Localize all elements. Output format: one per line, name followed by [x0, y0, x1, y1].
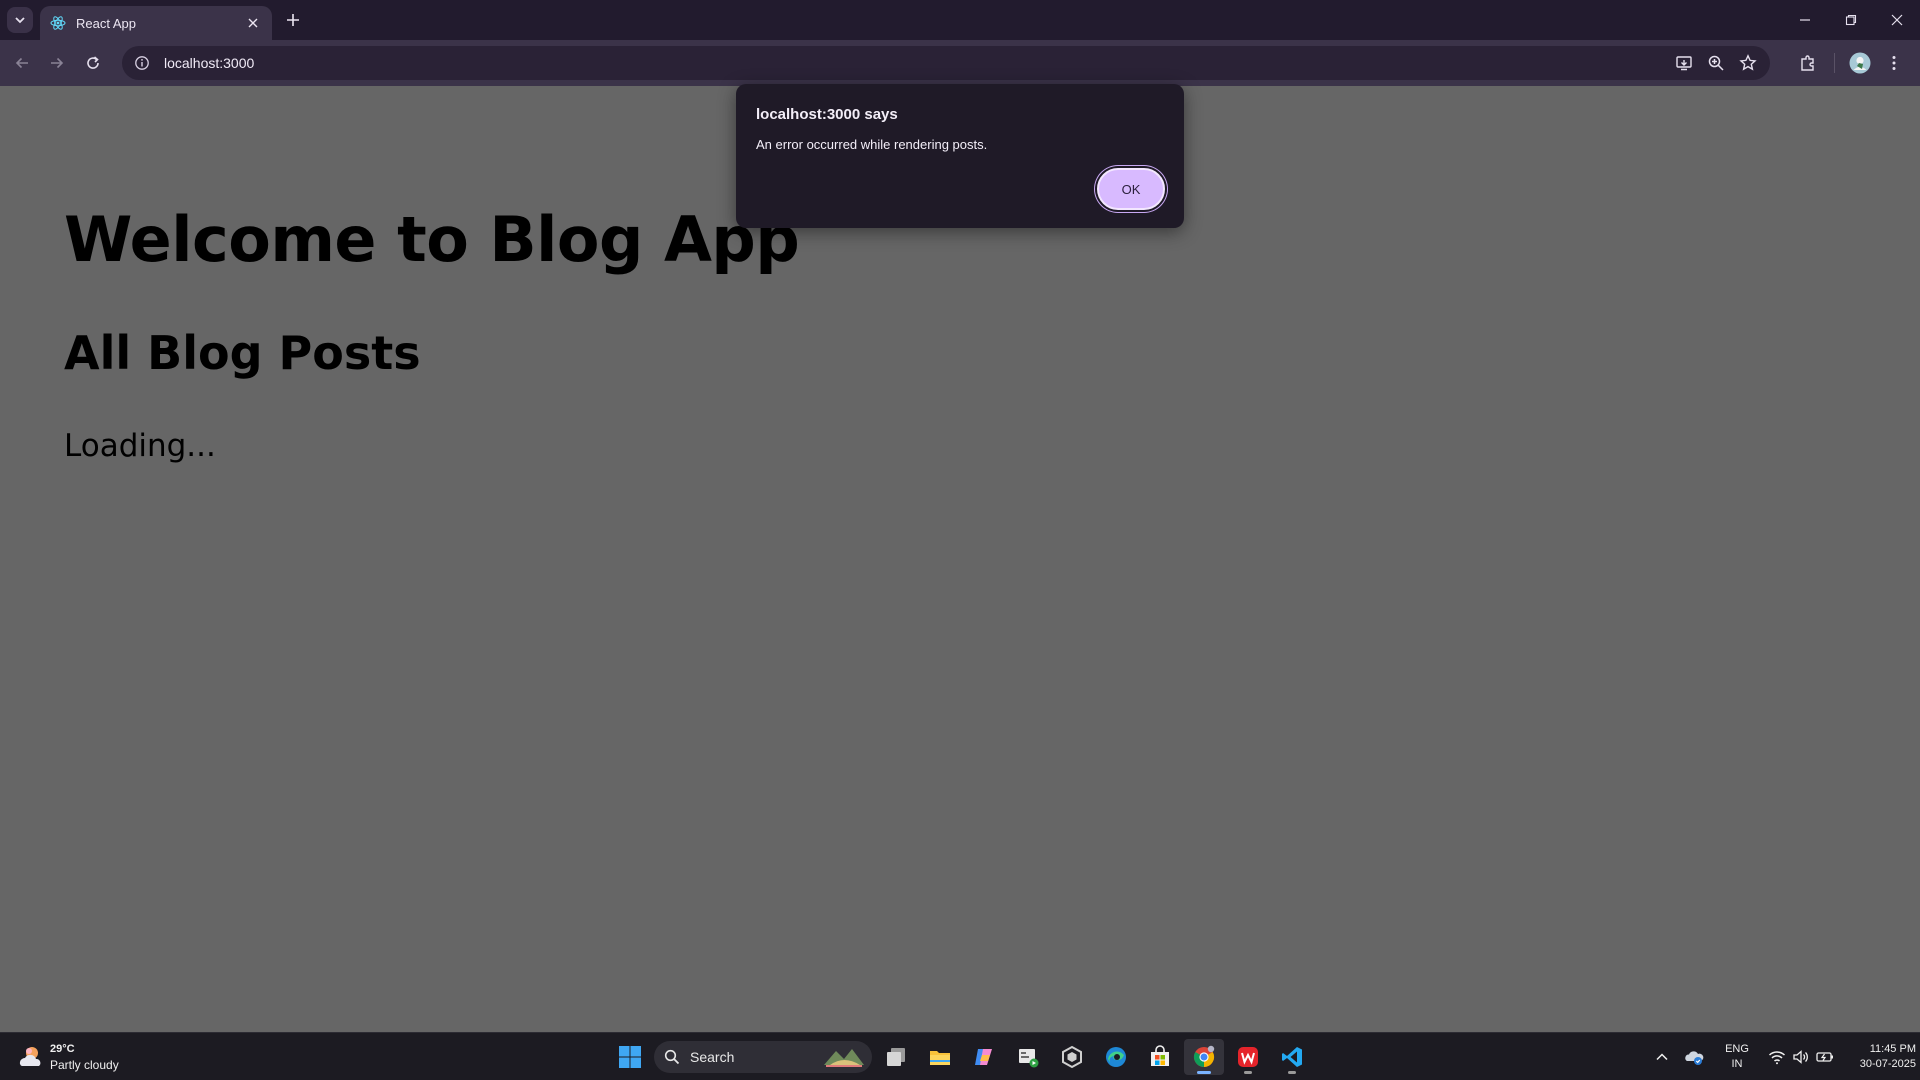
clock-date: 30-07-2025 — [1859, 1058, 1916, 1070]
wifi-icon[interactable] — [1765, 1045, 1789, 1069]
running-indicator — [1288, 1071, 1296, 1074]
app-button[interactable] — [1008, 1039, 1048, 1075]
clock[interactable]: 11:45 PM 30-07-2025 — [1836, 1042, 1916, 1072]
file-explorer-button[interactable] — [920, 1039, 960, 1075]
tab-title: React App — [76, 15, 136, 31]
weather-icon — [16, 1042, 46, 1072]
active-indicator — [1197, 1071, 1211, 1074]
page-title: Welcome to Blog App — [64, 203, 800, 276]
volume-icon[interactable] — [1789, 1045, 1813, 1069]
onedrive-icon[interactable] — [1682, 1045, 1706, 1069]
region-code: IN — [1731, 1058, 1743, 1070]
dialog-message: An error occurred while rendering posts. — [756, 137, 988, 152]
edge-icon — [1106, 1047, 1126, 1067]
address-bar-actions — [1672, 51, 1760, 75]
address-bar[interactable]: localhost:3000 — [122, 46, 1770, 80]
show-hidden-icons-button[interactable] — [1650, 1045, 1674, 1069]
tab-close-button[interactable] — [244, 14, 262, 32]
search-label: Search — [690, 1049, 735, 1065]
wps-button[interactable] — [1228, 1039, 1268, 1075]
back-button[interactable] — [10, 51, 34, 75]
chevron-down-icon — [15, 17, 25, 24]
start-button[interactable] — [610, 1039, 650, 1075]
close-window-button[interactable] — [1874, 0, 1920, 40]
section-title: All Blog Posts — [64, 326, 421, 380]
browser-tab[interactable]: React App — [40, 6, 272, 40]
install-app-icon[interactable] — [1672, 51, 1696, 75]
vscode-button[interactable] — [1272, 1039, 1312, 1075]
ok-button[interactable]: OK — [1097, 168, 1165, 210]
chevron-up-icon — [1656, 1053, 1668, 1061]
file-explorer-icon — [930, 1051, 950, 1065]
search-icon — [664, 1049, 680, 1065]
restore-icon — [1845, 14, 1857, 26]
window-controls — [1782, 0, 1920, 40]
back-icon — [15, 57, 28, 69]
toolbar-right — [1796, 51, 1920, 75]
tab-search-button[interactable] — [7, 7, 33, 33]
running-indicator — [1244, 1071, 1252, 1074]
close-icon — [248, 18, 258, 28]
close-icon — [1891, 14, 1903, 26]
site-info-icon[interactable] — [130, 51, 154, 75]
plus-icon — [287, 14, 299, 26]
react-favicon-icon — [50, 15, 66, 31]
edge-button[interactable] — [1096, 1039, 1136, 1075]
minimize-icon — [1800, 19, 1810, 21]
new-tab-button[interactable] — [282, 9, 304, 31]
browser-toolbar: localhost:3000 — [0, 40, 1920, 86]
battery-icon[interactable] — [1813, 1045, 1837, 1069]
chrome-button[interactable] — [1184, 1039, 1224, 1075]
bookmark-star-icon[interactable] — [1736, 51, 1760, 75]
task-view-button[interactable] — [876, 1039, 916, 1075]
language-indicator[interactable]: ENG IN — [1720, 1042, 1754, 1072]
task-view-icon — [887, 1048, 905, 1066]
windows-taskbar: 29°C Partly cloudy Search ENG IN 11:45 P… — [0, 1032, 1920, 1080]
forward-button[interactable] — [45, 51, 69, 75]
language-code: ENG — [1725, 1043, 1749, 1055]
taskbar-search[interactable]: Search — [654, 1041, 872, 1073]
chrome-icon — [1193, 1045, 1215, 1068]
menu-icon[interactable] — [1882, 51, 1906, 75]
minimize-button[interactable] — [1782, 0, 1828, 40]
reload-button[interactable] — [81, 51, 105, 75]
weather-condition: Partly cloudy — [50, 1058, 119, 1072]
url-text[interactable]: localhost:3000 — [164, 55, 254, 71]
forward-icon — [51, 57, 64, 69]
dialog-title: localhost:3000 says — [756, 106, 898, 123]
copilot-icon — [975, 1049, 992, 1065]
store-icon — [1151, 1045, 1169, 1066]
browser-titlebar: React App — [0, 0, 1920, 40]
zoom-icon[interactable] — [1704, 51, 1728, 75]
store-button[interactable] — [1140, 1039, 1180, 1075]
unity-button[interactable] — [1052, 1039, 1092, 1075]
wps-icon — [1238, 1047, 1258, 1067]
profile-avatar[interactable] — [1848, 51, 1872, 75]
clock-time: 11:45 PM — [1869, 1043, 1916, 1055]
loading-text: Loading... — [64, 428, 216, 464]
alert-dialog: localhost:3000 says An error occurred wh… — [736, 84, 1184, 228]
copilot-button[interactable] — [964, 1039, 1004, 1075]
weather-temperature: 29°C — [50, 1043, 75, 1055]
app-icon — [1019, 1049, 1039, 1068]
restore-button[interactable] — [1828, 0, 1874, 40]
windows-start-icon — [619, 1046, 641, 1068]
extensions-icon[interactable] — [1796, 51, 1820, 75]
weather-widget[interactable]: 29°C Partly cloudy — [16, 1039, 119, 1075]
toolbar-divider — [1834, 53, 1835, 73]
reload-icon — [87, 56, 99, 69]
unity-icon — [1062, 1045, 1082, 1069]
vscode-icon — [1282, 1047, 1302, 1067]
search-highlight-icon — [824, 1049, 864, 1067]
